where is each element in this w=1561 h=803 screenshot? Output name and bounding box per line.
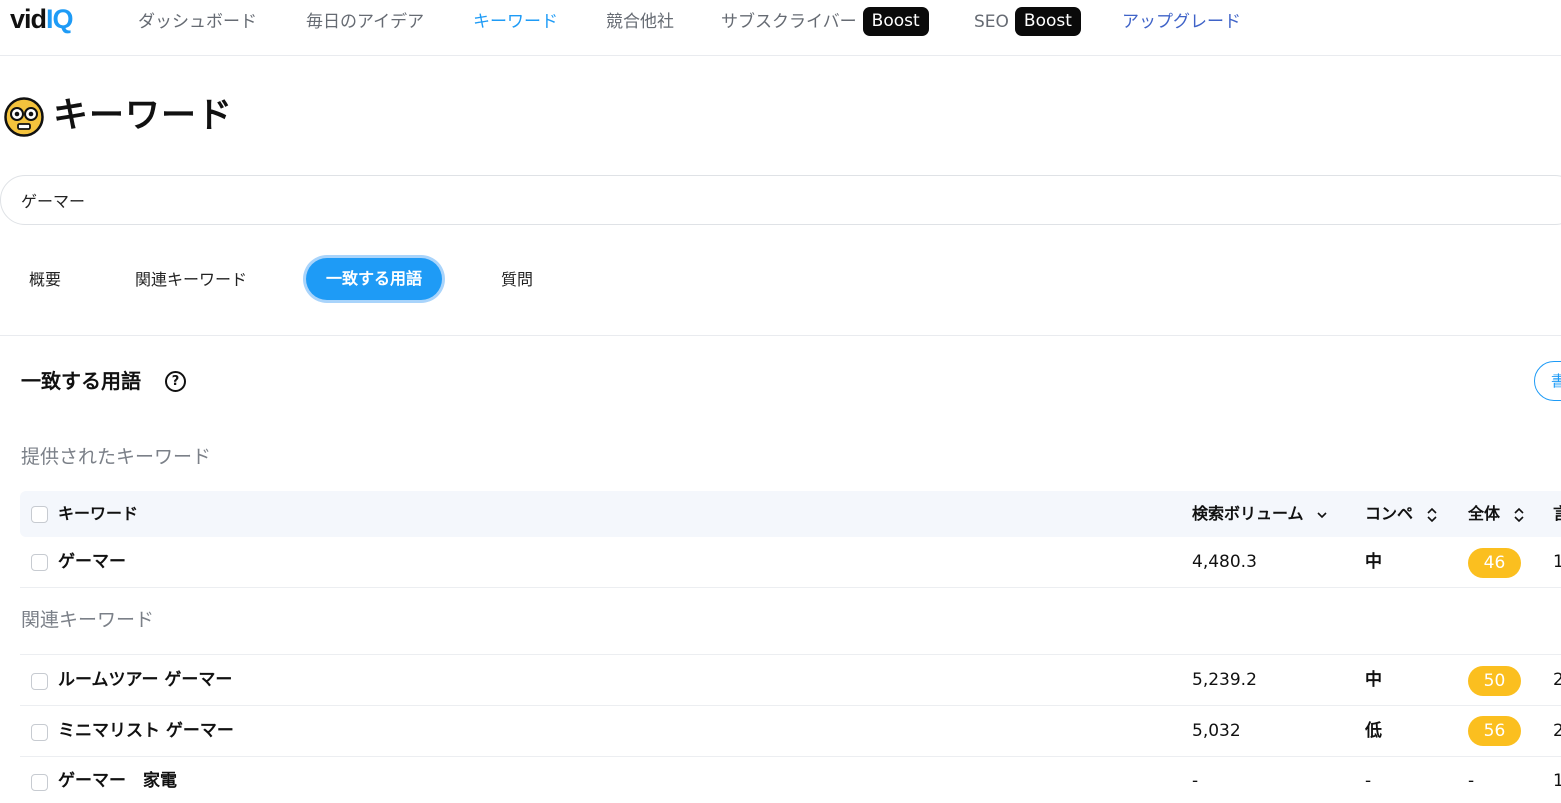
row-checkbox[interactable]	[31, 724, 48, 741]
chevron-down-icon	[1317, 511, 1327, 518]
keyword-cell[interactable]: ゲーマー 家電	[58, 769, 177, 793]
volume-cell: 5,032	[1192, 721, 1241, 741]
help-icon[interactable]: ?	[165, 371, 186, 392]
extra-cell: 2	[1553, 721, 1561, 741]
nav-item-competitors[interactable]: 競合他社	[606, 10, 674, 34]
volume-cell: -	[1192, 771, 1199, 791]
volume-cell: 5,239.2	[1192, 670, 1257, 690]
competition-cell: 中	[1365, 670, 1382, 690]
nav-item-daily-ideas[interactable]: 毎日のアイデア	[306, 10, 424, 34]
table-row[interactable]: ゲーマー 家電 - - - 1	[20, 757, 1561, 803]
extra-cell: 1	[1553, 771, 1561, 791]
logo-text-iq: IQ	[46, 4, 73, 34]
vidiq-mascot-icon	[4, 97, 44, 137]
nav-item-subscriber-label: サブスクライバー	[721, 12, 857, 32]
column-header-overall-label: 全体	[1468, 504, 1501, 523]
column-header-extra[interactable]: 言	[1553, 491, 1561, 537]
overall-score-badge: 46	[1468, 548, 1521, 578]
sort-icon	[1427, 507, 1437, 522]
section-divider	[0, 335, 1561, 336]
column-header-competition[interactable]: コンペ	[1365, 491, 1437, 537]
top-navigation: vidIQ ダッシュボード 毎日のアイデア キーワード 競合他社 サブスクライバ…	[0, 0, 1561, 56]
column-header-volume-label: 検索ボリューム	[1192, 504, 1304, 523]
keyword-cell[interactable]: ゲーマー	[58, 550, 126, 574]
boost-badge: Boost	[862, 7, 929, 36]
sort-icon	[1514, 507, 1524, 522]
related-keywords-label: 関連キーワード	[21, 609, 155, 631]
export-button[interactable]: 書	[1534, 361, 1561, 401]
column-header-competition-label: コンペ	[1365, 504, 1414, 523]
competition-cell: 中	[1365, 552, 1382, 572]
overall-score-badge: 56	[1468, 716, 1521, 746]
nav-item-dashboard[interactable]: ダッシュボード	[138, 10, 257, 34]
row-checkbox[interactable]	[31, 774, 48, 791]
section-title: 一致する用語	[21, 369, 141, 393]
tab-questions[interactable]: 質問	[501, 262, 533, 298]
column-header-volume[interactable]: 検索ボリューム	[1192, 491, 1327, 537]
volume-cell: 4,480.3	[1192, 552, 1257, 572]
competition-cell: 低	[1365, 721, 1382, 741]
overall-score-cell: -	[1468, 771, 1475, 791]
row-checkbox[interactable]	[31, 673, 48, 690]
nav-item-seo-label: SEO	[974, 12, 1009, 32]
table-row[interactable]: ミニマリスト ゲーマー 5,032 低 56 2	[20, 706, 1561, 757]
extra-cell: 1	[1553, 552, 1561, 572]
column-header-keyword: キーワード	[58, 504, 139, 523]
nav-item-upgrade[interactable]: アップグレード	[1122, 10, 1241, 34]
nav-item-seo-boost[interactable]: SEO Boost	[974, 6, 1081, 38]
nav-item-subscriber-boost[interactable]: サブスクライバー Boost	[721, 6, 929, 38]
overall-score-badge: 50	[1468, 666, 1521, 696]
tab-related-keywords[interactable]: 関連キーワード	[135, 262, 247, 298]
nav-item-keywords[interactable]: キーワード	[473, 10, 558, 34]
page-title: キーワード	[53, 96, 234, 136]
keyword-cell[interactable]: ミニマリスト ゲーマー	[58, 719, 234, 743]
row-checkbox[interactable]	[31, 554, 48, 571]
column-header-overall[interactable]: 全体	[1468, 491, 1524, 537]
provided-keywords-label: 提供されたキーワード	[21, 446, 212, 468]
table-header: キーワード 検索ボリューム コンペ 全体 言	[20, 491, 1561, 537]
logo-text-vid: vid	[10, 4, 47, 34]
keyword-cell[interactable]: ルームツアー ゲーマー	[58, 668, 232, 692]
keyword-search-box[interactable]	[0, 175, 1561, 225]
competition-cell: -	[1365, 771, 1372, 791]
vidiq-logo[interactable]: vidIQ	[10, 4, 74, 35]
table-row[interactable]: ゲーマー 4,480.3 中 46 1	[20, 537, 1561, 588]
keyword-search-input[interactable]	[21, 188, 1221, 212]
select-all-checkbox[interactable]	[31, 506, 48, 523]
table-row[interactable]: ルームツアー ゲーマー 5,239.2 中 50 2	[20, 654, 1561, 706]
tab-matching-terms[interactable]: 一致する用語	[306, 258, 443, 300]
boost-badge: Boost	[1014, 7, 1081, 36]
extra-cell: 2	[1553, 670, 1561, 690]
tab-overview[interactable]: 概要	[29, 262, 61, 298]
